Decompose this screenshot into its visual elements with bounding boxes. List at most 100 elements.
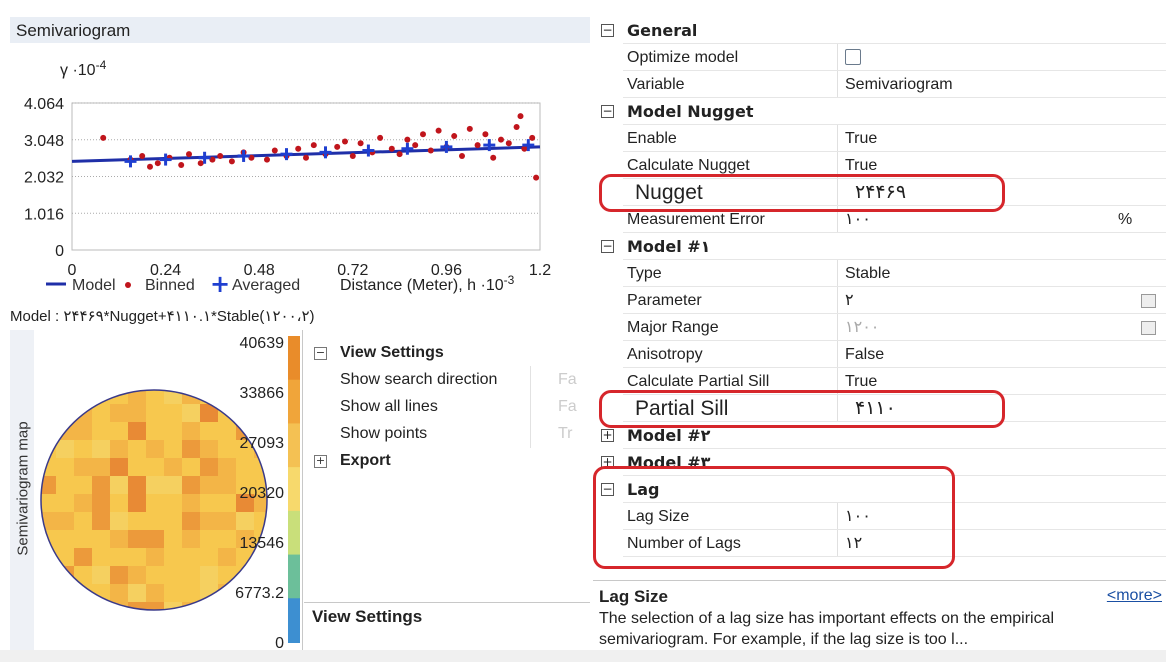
column-divider — [837, 125, 838, 152]
map-cell — [74, 494, 92, 512]
map-cell — [146, 440, 164, 458]
prop-anisotropy[interactable]: Anisotropy False — [593, 341, 1166, 368]
prop-value[interactable]: Stable — [845, 260, 890, 287]
category-label: General — [627, 21, 698, 40]
prop-label: Anisotropy — [627, 346, 703, 363]
prop-value[interactable]: True — [845, 125, 877, 152]
map-vertical-label: Semivariogram map — [10, 330, 34, 650]
map-cell — [218, 530, 236, 548]
map-cell — [182, 422, 200, 440]
prop-parameter[interactable]: Parameter ۲ — [593, 287, 1166, 314]
map-cell — [182, 476, 200, 494]
map-cell — [146, 390, 164, 404]
binned-points — [100, 113, 540, 181]
expand-icon[interactable]: + — [314, 455, 327, 468]
collapse-icon[interactable]: − — [601, 24, 614, 37]
map-cell — [164, 566, 182, 584]
map-cell — [92, 440, 110, 458]
legend-value: 0 — [275, 635, 284, 650]
map-cell — [164, 548, 182, 566]
prop-value[interactable]: Fa — [558, 394, 577, 420]
prop-type[interactable]: Type Stable — [593, 260, 1166, 287]
binned-point — [474, 142, 481, 149]
prop-label: Variable — [627, 76, 685, 93]
prop-show-search-direction[interactable]: Show search direction Fa — [340, 367, 590, 393]
prop-value[interactable]: Tr — [558, 421, 573, 447]
prop-show-all-lines[interactable]: Show all lines Fa — [340, 394, 590, 420]
calculator-icon[interactable] — [1141, 321, 1156, 335]
prop-label: Parameter — [627, 292, 702, 309]
binned-point — [482, 131, 489, 138]
collapse-icon[interactable]: − — [314, 347, 327, 360]
collapse-icon[interactable]: − — [601, 240, 614, 253]
map-cell — [164, 602, 182, 610]
map-cell — [146, 530, 164, 548]
map-cell — [74, 584, 92, 602]
map-cell — [146, 512, 164, 530]
calculator-icon[interactable] — [1141, 294, 1156, 308]
model-formula: Model : ۲۴۴۶۹*Nugget+۴۱۱۰.۱*Stable(۱۲۰۰،… — [10, 308, 315, 325]
prop-value[interactable]: ۲ — [845, 287, 854, 314]
map-cell — [110, 584, 128, 602]
map-cell — [128, 404, 146, 422]
optimize-icon[interactable] — [845, 49, 861, 65]
legend-color-band — [288, 554, 300, 600]
prop-value[interactable]: Semivariogram — [845, 71, 953, 98]
map-cell — [128, 566, 146, 584]
legend-color-band — [288, 423, 300, 469]
prop-value[interactable]: ۱۲۰۰ — [845, 314, 879, 341]
prop-show-points[interactable]: Show points Tr — [340, 421, 590, 447]
binned-point — [513, 124, 520, 131]
map-cell — [110, 494, 128, 512]
prop-enable[interactable]: Enable True — [593, 125, 1166, 152]
category-model-nugget[interactable]: − Model Nugget — [593, 98, 1166, 125]
map-vertical-label-text: Semivariogram map — [14, 421, 32, 556]
map-cell — [41, 584, 56, 602]
expand-icon[interactable]: + — [601, 429, 614, 442]
map-cell — [200, 458, 218, 476]
x-tick-label: 1.2 — [529, 262, 551, 279]
map-cell — [254, 566, 267, 584]
binned-point — [154, 160, 161, 167]
more-link[interactable]: <more> — [1107, 587, 1162, 605]
map-cell — [182, 390, 200, 404]
view-settings-description: View Settings — [304, 602, 590, 651]
map-cell — [146, 458, 164, 476]
column-divider — [837, 71, 838, 98]
binned-point — [217, 152, 224, 159]
prop-value[interactable]: False — [845, 341, 884, 368]
map-cell — [41, 602, 56, 610]
legend-color-band — [288, 510, 300, 556]
map-cell — [56, 602, 74, 610]
prop-variable[interactable]: Variable Semivariogram — [593, 71, 1166, 98]
prop-optimize-model[interactable]: Optimize model — [593, 44, 1166, 71]
category-model-[interactable]: − Model #۱ — [593, 233, 1166, 260]
binned-point — [334, 143, 341, 150]
category-label: Model Nugget — [627, 102, 754, 121]
map-cell — [110, 512, 128, 530]
binned-point — [459, 152, 465, 159]
binned-point — [466, 125, 473, 132]
binned-point — [412, 142, 419, 149]
map-cell — [128, 390, 146, 404]
annotation-partial-sill — [599, 390, 1005, 428]
map-cell — [200, 566, 218, 584]
map-cell — [164, 530, 182, 548]
map-cell — [92, 548, 110, 566]
prop-value[interactable]: Fa — [558, 367, 577, 393]
category-general[interactable]: − General — [593, 17, 1166, 44]
legend-value: 33866 — [240, 385, 285, 402]
map-cell — [56, 390, 74, 404]
description-title: Lag Size — [599, 587, 668, 606]
description-title: View Settings — [312, 607, 423, 626]
y-tick-label: 4.064 — [24, 96, 64, 113]
view-settings-category[interactable]: − View Settings — [310, 340, 590, 366]
map-cell — [110, 620, 128, 638]
more-link-text[interactable]: <more> — [1107, 587, 1162, 604]
prop-major-range[interactable]: Major Range ۱۲۰۰ — [593, 314, 1166, 341]
prop-label: Show points — [340, 425, 428, 442]
export-category[interactable]: + Export — [310, 448, 590, 474]
map-cell — [182, 512, 200, 530]
collapse-icon[interactable]: − — [601, 105, 614, 118]
binned-point — [178, 161, 185, 168]
